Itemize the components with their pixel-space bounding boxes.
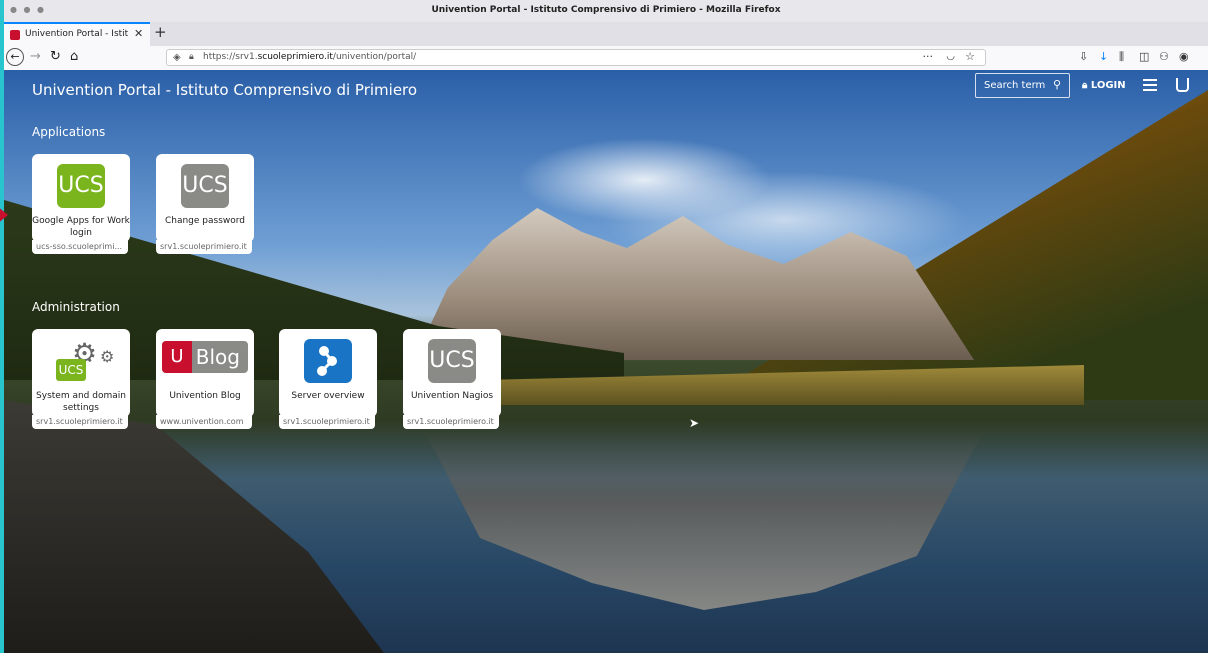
ucs-grey-icon: UCS [181, 164, 229, 208]
menu-icon[interactable] [1143, 79, 1157, 91]
forward-button[interactable]: → [30, 49, 41, 64]
gear-small-icon: ⚙ [100, 347, 115, 366]
tile-host: srv1.scuoleprimiero.it [279, 415, 375, 429]
download-arrow-icon[interactable]: ↓ [1099, 50, 1108, 63]
pocket-icon[interactable]: ◡ [946, 51, 955, 62]
ucs-grey-icon: UCS [428, 339, 476, 383]
section-title-applications: Applications [32, 125, 106, 139]
tile-host: srv1.scuoleprimiero.it [403, 415, 499, 429]
browser-window: ● ● ● Univention Portal - Istituto Compr… [4, 0, 1208, 653]
tile-host: srv1.scuoleprimiero.it [32, 415, 128, 429]
univention-u-icon: U [162, 341, 192, 373]
home-button[interactable]: ⌂ [70, 49, 78, 64]
page-actions-icon[interactable]: ··· [923, 50, 934, 63]
tile-host: srv1.scuoleprimiero.it [156, 240, 252, 254]
search-placeholder: Search term [984, 80, 1046, 91]
account-icon[interactable]: ◉ [1179, 50, 1189, 63]
network-icon [304, 339, 352, 383]
tab-label: Univention Portal - Istitu [25, 29, 129, 39]
tile-host: www.univention.com [156, 415, 252, 429]
tile-name: Univention Nagios [410, 391, 494, 401]
tile-name: Change password [164, 216, 246, 226]
tile-card: UCS Google Apps for Work login [32, 154, 130, 242]
tile-card: UCS Change password [156, 154, 254, 242]
tile-google-apps[interactable]: UCS Google Apps for Work login ucs-sso.s… [32, 154, 130, 254]
section-title-administration: Administration [32, 300, 120, 314]
blog-icon: U Blog [162, 341, 248, 373]
library-icon[interactable]: ⫼ [1119, 50, 1124, 64]
tile-name: Univention Blog [169, 391, 241, 401]
ucs-green-icon: UCS [57, 164, 105, 208]
tab-bar: Univention Portal - Istitu ✕ + [4, 22, 1208, 46]
tile-name: System and domain settings [36, 391, 126, 413]
annotation-arrow-icon [0, 205, 8, 225]
shield-icon[interactable]: ◈ [173, 52, 181, 63]
extension-icon[interactable]: ⚇ [1159, 50, 1169, 63]
new-tab-button[interactable]: + [154, 23, 167, 41]
tile-univention-blog[interactable]: U Blog Univention Blog www.univention.com [156, 329, 254, 429]
login-button[interactable]: 🔒︎ LOGIN [1082, 80, 1126, 91]
tile-name: Server overview [291, 391, 365, 401]
univention-favicon-icon [10, 30, 20, 40]
tile-card: Server overview [279, 329, 377, 417]
ucs-green-icon: UCS [56, 359, 86, 381]
window-title: Univention Portal - Istituto Comprensivo… [431, 5, 781, 15]
mouse-cursor-icon: ➤ [689, 416, 700, 430]
tile-server-overview[interactable]: Server overview srv1.scuoleprimiero.it [279, 329, 377, 429]
tile-change-password[interactable]: UCS Change password srv1.scuoleprimiero.… [156, 154, 254, 254]
bookmark-star-icon[interactable]: ☆ [965, 50, 975, 63]
rock-foreground [4, 400, 384, 653]
sidebar-icon[interactable]: ◫ [1139, 50, 1149, 63]
tile-name: Google Apps for Work login [32, 216, 130, 238]
univention-logo-icon[interactable] [1176, 78, 1189, 92]
tab-univention-portal[interactable]: Univention Portal - Istitu ✕ [4, 22, 150, 46]
reload-button[interactable]: ↻ [50, 49, 61, 64]
lock-icon[interactable]: 🔒︎ [189, 52, 194, 62]
tile-card: UCS Univention Nagios [403, 329, 501, 417]
title-bar: ● ● ● Univention Portal - Istituto Compr… [4, 0, 1208, 22]
url-text: https://srv1.scuoleprimiero.it/univentio… [203, 52, 417, 62]
search-input[interactable]: Search term ⚲ [975, 73, 1070, 98]
tile-card: U Blog Univention Blog [156, 329, 254, 417]
downloads-icon[interactable]: ⇩ [1079, 50, 1088, 63]
tile-card: ⚙ ⚙ UCS System and domain settings [32, 329, 130, 417]
tile-system-domain-settings[interactable]: ⚙ ⚙ UCS System and domain settings srv1.… [32, 329, 130, 429]
search-icon[interactable]: ⚲ [1053, 78, 1061, 91]
nav-bar: ← → ↻ ⌂ ◈ 🔒︎ https://srv1.scuoleprimiero… [4, 46, 1208, 71]
url-bar[interactable]: ◈ 🔒︎ https://srv1.scuoleprimiero.it/univ… [166, 49, 986, 66]
lake-reflection [424, 430, 984, 610]
tab-close-icon[interactable]: ✕ [134, 27, 143, 40]
portal-page: Univention Portal - Istituto Comprensivo… [4, 70, 1208, 653]
tile-univention-nagios[interactable]: UCS Univention Nagios srv1.scuoleprimier… [403, 329, 501, 429]
portal-title: Univention Portal - Istituto Comprensivo… [32, 81, 418, 99]
tile-host: ucs-sso.scuoleprimi... [32, 240, 128, 254]
back-button[interactable]: ← [6, 48, 24, 66]
